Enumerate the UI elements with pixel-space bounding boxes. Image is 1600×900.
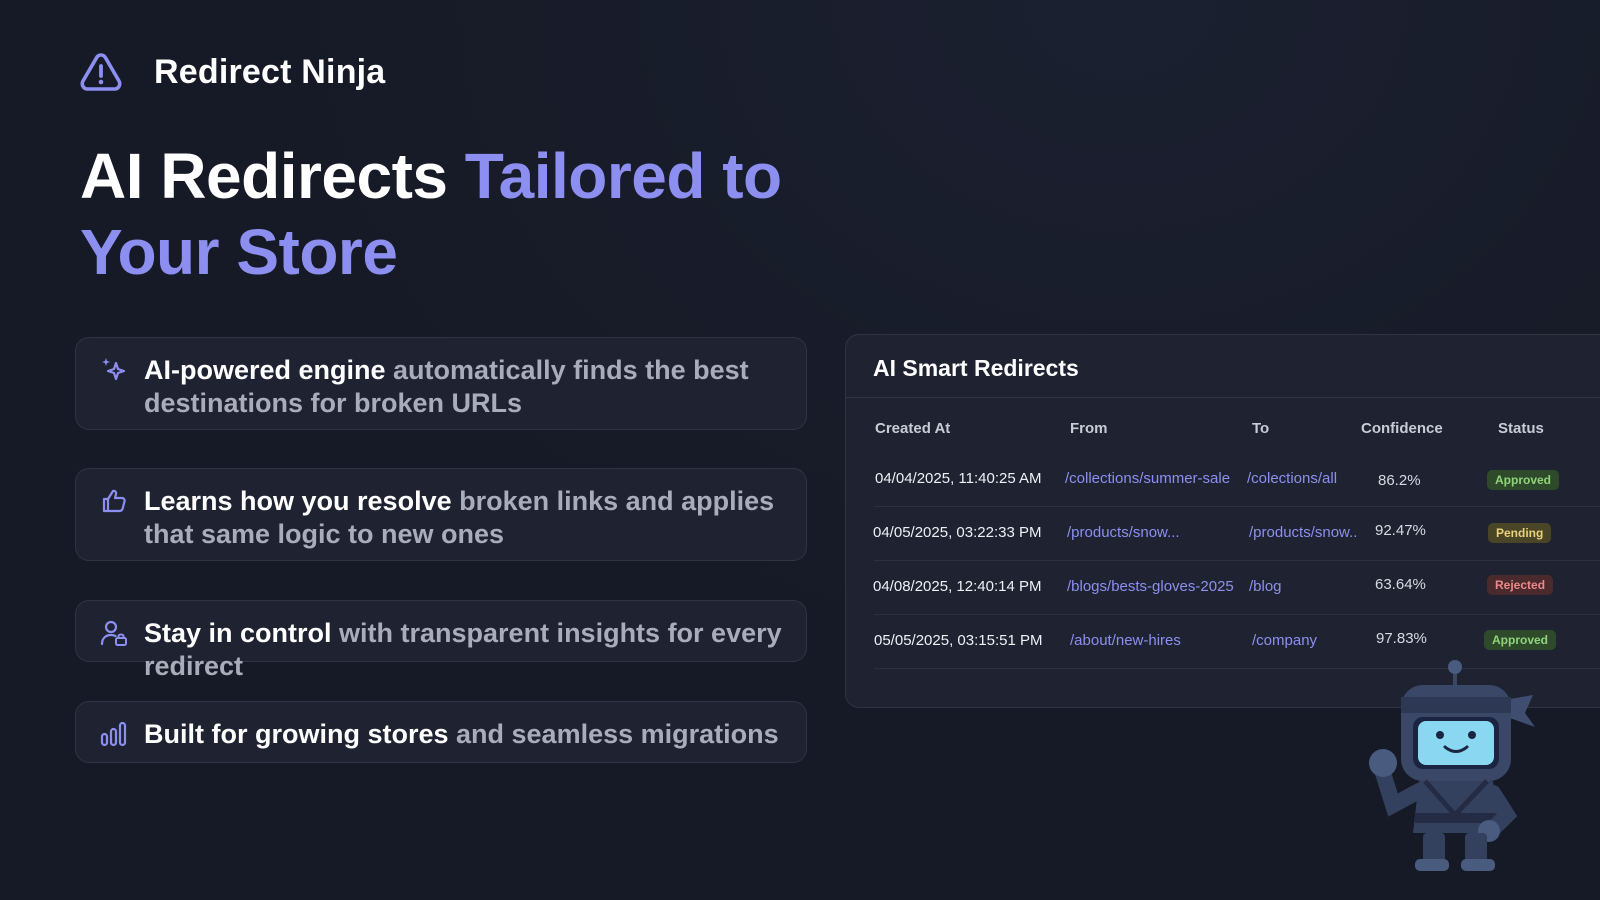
column-header-confidence: Confidence (1361, 420, 1443, 437)
to-link[interactable]: /blog (1249, 578, 1282, 595)
ninja-robot-mascot (1369, 660, 1535, 871)
from-link[interactable]: /products/snow... (1067, 524, 1180, 541)
feature-text: Stay in control with transparent insight… (144, 617, 784, 683)
confidence-cell: 92.47% (1375, 522, 1426, 539)
column-header-to: To (1252, 420, 1270, 437)
user-lock-icon (100, 619, 128, 647)
brand: Redirect Ninja (78, 50, 385, 94)
redirects-panel: AI Smart Redirects Created At From To Co… (845, 334, 1600, 708)
from-link[interactable]: /blogs/bests-gloves-2025 (1067, 578, 1234, 595)
created-at-cell: 04/04/2025, 11:40:25 AM (875, 470, 1042, 487)
status-badge: Rejected (1487, 575, 1554, 595)
column-header-status: Status (1498, 420, 1544, 437)
feature-card-ai-engine: AI-powered engine automatically finds th… (75, 337, 807, 430)
to-link[interactable]: /company (1252, 632, 1317, 649)
hero-title: AI Redirects Tailored to Your Store (80, 138, 860, 290)
hero-title-plain: AI Redirects (80, 140, 465, 212)
created-at-cell: 04/08/2025, 12:40:14 PM (873, 578, 1042, 595)
brand-name: Redirect Ninja (154, 52, 386, 91)
column-header-created-at: Created At (875, 420, 951, 437)
column-header-from: From (1070, 420, 1108, 437)
thumbs-up-icon (100, 487, 128, 515)
feature-card-control: Stay in control with transparent insight… (75, 600, 807, 681)
feature-strong: Learns how you resolve (144, 486, 452, 516)
to-link[interactable]: /products/snow.. (1249, 524, 1357, 541)
confidence-cell: 86.2% (1378, 472, 1421, 489)
created-at-cell: 04/05/2025, 03:22:33 PM (873, 524, 1042, 541)
sparkle-icon (100, 356, 128, 384)
panel-title: AI Smart Redirects (846, 335, 1600, 398)
feature-text: Built for growing stores and seamless mi… (144, 718, 779, 751)
feature-strong: Stay in control (144, 618, 332, 648)
status-badge: Pending (1488, 523, 1552, 543)
table-row[interactable]: 04/08/2025, 12:40:14 PM /blogs/bests-glo… (873, 561, 1600, 615)
feature-card-growing: Built for growing stores and seamless mi… (75, 701, 807, 763)
status-badge: Approved (1484, 630, 1557, 650)
from-link[interactable]: /collections/summer-sale (1065, 470, 1230, 487)
to-link[interactable]: /colections/all (1247, 470, 1337, 487)
feature-text: AI-powered engine automatically finds th… (144, 354, 784, 420)
table-row[interactable]: 04/05/2025, 03:22:33 PM /products/snow..… (873, 507, 1600, 561)
table-row[interactable]: 04/04/2025, 11:40:25 AM /collections/sum… (874, 453, 1600, 507)
from-link[interactable]: /about/new-hires (1070, 632, 1181, 649)
status-badge: Approved (1487, 470, 1560, 490)
confidence-cell: 63.64% (1375, 576, 1426, 593)
feature-text: Learns how you resolve broken links and … (144, 485, 784, 551)
table-header: Created At From To Confidence Status (846, 417, 1600, 441)
bar-chart-icon (100, 720, 128, 748)
feature-strong: AI-powered engine (144, 355, 386, 385)
feature-rest: and seamless migrations (448, 719, 779, 749)
warning-triangle-icon (80, 53, 122, 91)
feature-strong: Built for growing stores (144, 719, 449, 749)
confidence-cell: 97.83% (1376, 630, 1427, 647)
created-at-cell: 05/05/2025, 03:15:51 PM (874, 632, 1043, 649)
feature-card-learns: Learns how you resolve broken links and … (75, 468, 807, 561)
